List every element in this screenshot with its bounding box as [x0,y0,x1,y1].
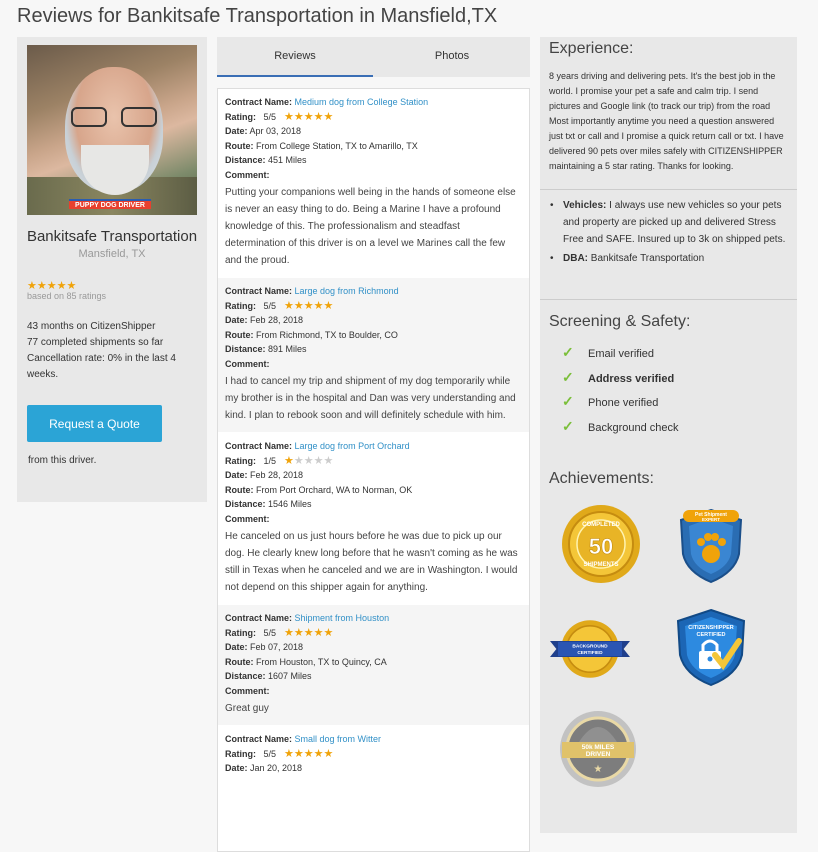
review-item: Contract Name: Large dog from Port Orcha… [218,433,529,605]
review-comment-label: Comment: [225,685,270,696]
profile-card: PUPPY DOG DRIVER Bankitsafe Transportati… [17,37,207,502]
review-distance: Distance: 451 Miles [225,155,307,165]
review-stars: ★★★★★ [284,299,334,312]
review-distance: Distance: 891 Miles [225,344,307,354]
review-item: Contract Name: Medium dog from College S… [218,89,529,278]
review-route: Route: From Port Orchard, WA to Norman, … [225,484,413,495]
avatar-badge: PUPPY DOG DRIVER [69,199,151,209]
review-rating: Rating: 5/5 ★★★★★ [225,299,334,312]
review-contract: Contract Name: Medium dog from College S… [225,97,429,107]
review-route: Route: From Houston, TX to Quincy, CA [225,656,387,667]
review-date: Date: Feb 28, 2018 [225,315,304,325]
contract-link[interactable]: Large dog from Port Orchard [295,441,410,451]
svg-text:BACKGROUND: BACKGROUND [572,643,608,649]
company-location: Mansfield, TX [78,248,146,260]
review-route: Route: From College Station, TX to Amari… [225,140,418,151]
review-stars: ★★★★★ [284,626,334,639]
background-check: ✓ Background check [562,418,679,434]
review-contract: Contract Name: Large dog from Richmond [225,286,399,296]
review-comment-label: Comment: [225,169,270,180]
review-route: Route: From Richmond, TX to Boulder, CO [225,329,398,340]
review-stars: ★★★★★ [284,747,334,760]
email-verified: ✓ Email verified [562,344,655,360]
achievements-title: Achievements: [549,470,654,487]
miles-driven-badge: 50k MILES DRIVEN ★ [560,711,636,787]
contract-link[interactable]: Small dog from Witter [295,734,382,744]
review-distance: Distance: 1607 Miles [225,671,312,681]
experience-text: 8 years driving and delivering pets. It'… [549,71,784,171]
review-comment: He canceled on us just hours before he w… [225,531,518,593]
tab-reviews[interactable]: Reviews [217,37,373,77]
tab-bar: Reviews Photos [217,37,530,77]
phone-verified: ✓ Phone verified [562,393,659,409]
pet-expert-badge: Pet Shipment EXPERT [679,508,743,584]
svg-text:CERTIFIED: CERTIFIED [577,650,603,656]
svg-text:CITIZENSHIPPER: CITIZENSHIPPER [688,625,734,631]
page-title: Reviews for Bankitsafe Transportation in… [17,5,498,27]
review-comment-label: Comment: [225,358,270,369]
review-contract: Contract Name: Shipment from Houston [225,613,390,623]
citizenshipper-certified-badge: CITIZENSHIPPER CERTIFIED [676,608,746,687]
contract-link[interactable]: Shipment from Houston [295,613,390,623]
request-quote-button[interactable]: Request a Quote [27,405,162,442]
ratings-count: based on 85 ratings [27,291,107,301]
svg-text:50: 50 [589,534,613,559]
review-rating: Rating: 5/5 ★★★★★ [225,626,334,639]
experience-title: Experience: [549,40,634,57]
svg-text:50k MILES: 50k MILES [582,744,615,751]
divider [540,189,797,190]
divider [540,299,797,300]
screening-title: Screening & Safety: [549,313,691,330]
cancellation-rate: Cancellation rate: 0% in the last 4 week… [27,353,176,380]
review-date: Date: Apr 03, 2018 [225,126,302,136]
svg-text:★: ★ [594,764,603,775]
review-item: Contract Name: Shipment from Houston Rati… [218,605,529,726]
review-rating: Rating: 5/5 ★★★★★ [225,747,334,760]
review-date: Date: Feb 07, 2018 [225,642,304,652]
svg-text:SHIPMENTS: SHIPMENTS [583,562,618,568]
check-icon: ✓ [562,418,574,434]
completed-shipments: 77 completed shipments so far [27,337,164,348]
svg-text:COMPLETED: COMPLETED [582,522,620,528]
check-icon: ✓ [562,393,574,409]
svg-text:CERTIFIED: CERTIFIED [696,632,725,638]
review-comment: I had to cancel my trip and shipment of … [225,376,516,421]
company-name: Bankitsafe Transportation [26,228,198,245]
contract-link[interactable]: Large dog from Richmond [295,286,399,296]
from-driver-text: from this driver. [28,455,97,466]
details-list: Vehicles: I always use new vehicles so y… [549,197,789,269]
review-stars: ★★★★★ [284,110,334,123]
reviews-list[interactable]: Contract Name: Medium dog from College S… [217,88,530,852]
svg-text:DRIVEN: DRIVEN [586,751,611,758]
review-comment: Great guy [225,703,269,714]
review-rating: Rating: 1/5 ★★★★★ [225,454,334,467]
review-item: Contract Name: Small dog from Witter Rati… [218,726,529,785]
contract-link[interactable]: Medium dog from College Station [295,97,429,107]
review-rating: Rating: 5/5 ★★★★★ [225,110,334,123]
driver-details: Experience: 8 years driving and deliveri… [540,37,797,833]
review-distance: Distance: 1546 Miles [225,499,312,509]
driver-stats: 43 months on CitizenShipper 77 completed… [27,319,197,383]
review-item: Contract Name: Large dog from Richmond Ra… [218,278,529,433]
vehicles-item: Vehicles: I always use new vehicles so y… [549,197,789,248]
background-certified-badge: BACKGROUND CERTIFIED [550,620,630,678]
review-comment-label: Comment: [225,513,270,524]
check-icon: ✓ [562,369,574,385]
completed-shipments-badge: COMPLETED 50 SHIPMENTS [562,505,640,583]
dba-item: DBA: Bankitsafe Transportation [549,250,789,267]
svg-text:EXPERT: EXPERT [702,517,720,522]
review-comment: Putting your companions well being in th… [225,187,516,266]
review-date: Date: Feb 28, 2018 [225,470,304,480]
check-icon: ✓ [562,344,574,360]
tab-photos[interactable]: Photos [374,37,530,77]
review-stars: ★★★★★ [284,454,334,467]
avatar: PUPPY DOG DRIVER [27,45,197,215]
review-date: Date: Jan 20, 2018 [225,763,303,773]
months-on-site: 43 months on CitizenShipper [27,321,156,332]
review-contract: Contract Name: Small dog from Witter [225,734,382,744]
review-contract: Contract Name: Large dog from Port Orcha… [225,441,410,451]
address-verified: ✓ Address verified [562,369,675,385]
